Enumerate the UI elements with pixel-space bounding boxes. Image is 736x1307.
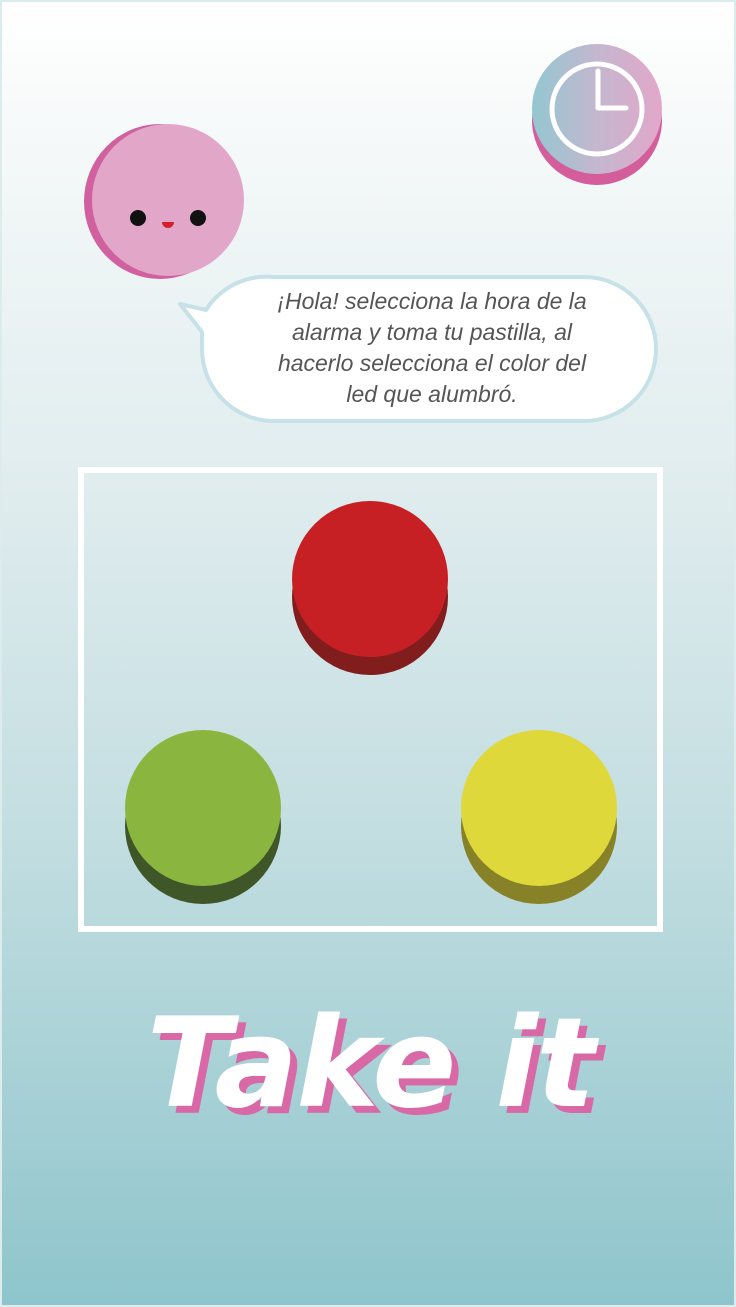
yellow-led-button[interactable] — [461, 730, 617, 904]
instruction-line: alarma y toma tu pastilla, al — [292, 319, 572, 345]
app-title-text: Take it — [146, 992, 596, 1136]
app-title: Take it — [2, 992, 734, 1136]
mascot-right-eye — [190, 210, 206, 226]
instruction-text: ¡Hola! selecciona la hora de la alarma y… — [236, 286, 628, 410]
clock-icon — [549, 61, 645, 157]
red-led-face — [292, 501, 448, 657]
pill-mascot-icon — [84, 124, 244, 279]
mascot-face — [92, 124, 244, 276]
mascot-mouth — [162, 222, 174, 228]
speech-bubble: ¡Hola! selecciona la hora de la alarma y… — [176, 272, 662, 430]
instruction-line: led que alumbró. — [346, 381, 518, 407]
mascot-left-eye — [130, 210, 146, 226]
green-led-button[interactable] — [125, 730, 281, 904]
led-color-panel — [78, 467, 663, 932]
instruction-line: ¡Hola! selecciona la hora de la — [277, 288, 587, 314]
yellow-led-face — [461, 730, 617, 886]
red-led-button[interactable] — [292, 501, 448, 675]
app-screen: ¡Hola! selecciona la hora de la alarma y… — [0, 0, 736, 1307]
green-led-face — [125, 730, 281, 886]
instruction-line: hacerlo selecciona el color del — [277, 350, 587, 376]
alarm-time-button[interactable] — [532, 44, 662, 185]
